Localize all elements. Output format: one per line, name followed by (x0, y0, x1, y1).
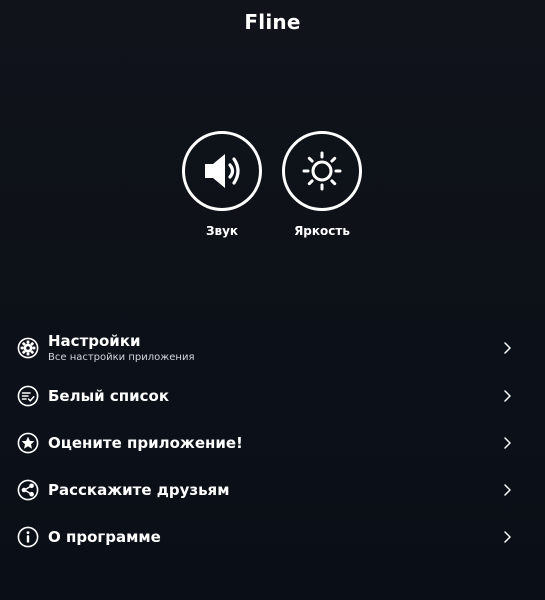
sound-toggle-circle[interactable] (182, 131, 262, 211)
brightness-toggle[interactable]: Яркость (279, 131, 365, 238)
menu-item-settings-label: Настройки (48, 331, 141, 350)
sound-toggle[interactable]: Звук (179, 131, 265, 238)
menu-item-share-text: Расскажите друзьям (48, 481, 229, 499)
menu-item-rate-app[interactable]: Оцените приложение! (0, 419, 545, 466)
app-title: Fline (244, 10, 301, 34)
chevron-right-icon (504, 436, 511, 449)
speaker-icon (205, 154, 240, 188)
chevron-right-icon (504, 341, 511, 354)
checklist-icon (17, 385, 39, 406)
menu-item-share[interactable]: Расскажите друзьям (0, 466, 545, 513)
menu-item-settings[interactable]: Настройки Все настройки приложения (0, 323, 545, 372)
menu-item-settings-sublabel: Все настройки приложения (48, 351, 195, 363)
menu-item-whitelist[interactable]: Белый список (0, 372, 545, 419)
chevron-right-icon (504, 483, 511, 496)
star-icon (17, 432, 39, 453)
menu-item-rate-app-label: Оцените приложение! (48, 433, 243, 452)
chevron-right-icon (504, 389, 511, 402)
menu-item-whitelist-label: Белый список (48, 386, 170, 405)
menu-item-about-text: О программе (48, 528, 161, 546)
menu-item-about-label: О программе (48, 527, 161, 546)
menu-item-whitelist-text: Белый список (48, 387, 169, 405)
menu-item-settings-text: Настройки Все настройки приложения (48, 332, 194, 364)
info-icon (17, 526, 39, 547)
menu-item-share-label: Расскажите друзьям (48, 480, 230, 499)
menu-item-rate-app-text: Оцените приложение! (48, 434, 243, 452)
sun-icon (302, 151, 342, 191)
chevron-right-icon (504, 530, 511, 543)
gear-icon (17, 337, 39, 358)
brightness-toggle-label: Яркость (294, 224, 350, 238)
sound-toggle-label: Звук (205, 224, 239, 238)
brightness-toggle-circle[interactable] (282, 131, 362, 211)
main-menu: Настройки Все настройки приложения Белый… (0, 323, 545, 560)
share-icon (17, 479, 39, 500)
menu-item-about[interactable]: О программе (0, 513, 545, 560)
